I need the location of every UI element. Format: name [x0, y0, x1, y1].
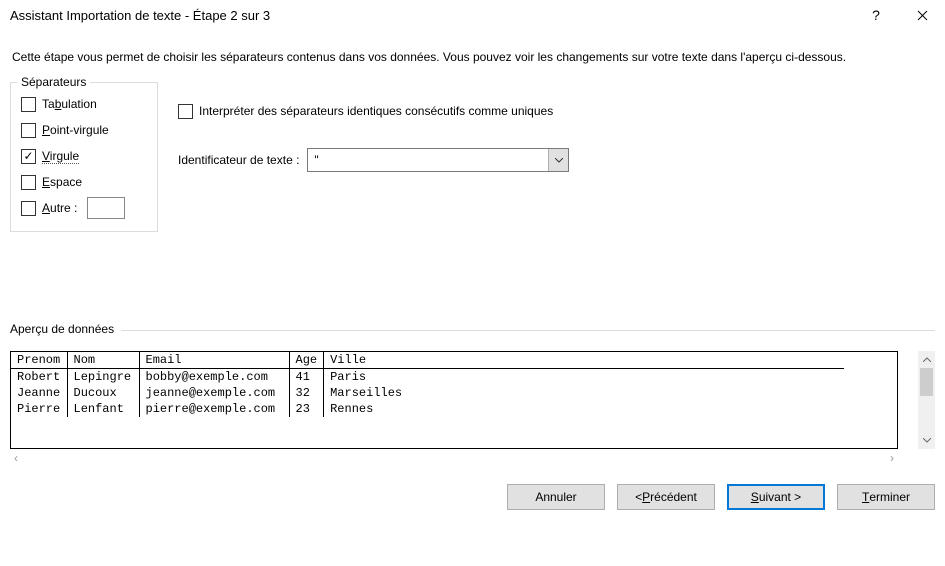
preview-cell: Jeanne	[11, 385, 67, 401]
text-qualifier-combo[interactable]: "	[307, 148, 569, 172]
checkbox-other-label: Autre :	[42, 201, 77, 215]
checkbox-space-box	[21, 175, 36, 190]
checkbox-consecutive-box	[178, 104, 193, 119]
checkbox-consecutive-label: Interpréter des séparateurs identiques c…	[199, 104, 553, 118]
checkbox-other[interactable]: Autre :	[21, 195, 147, 221]
preview-header-cell: Email	[139, 352, 289, 369]
chevron-up-icon	[923, 357, 931, 362]
preview-cell: 32	[289, 385, 324, 401]
checkbox-tab-label: Tabulation	[42, 97, 97, 111]
checkbox-semicolon[interactable]: Point-virgule	[21, 117, 147, 143]
chevron-down-icon	[923, 438, 931, 443]
checkbox-tab[interactable]: Tabulation	[21, 91, 147, 117]
text-qualifier-value: "	[308, 149, 548, 171]
checkbox-other-box	[21, 201, 36, 216]
separators-group: Séparateurs Tabulation Point-virgule ✓ V…	[10, 82, 158, 232]
cancel-button[interactable]: Annuler	[507, 484, 605, 510]
next-button[interactable]: Suivant >	[727, 484, 825, 510]
preview-header-cell: Age	[289, 352, 324, 369]
finish-button[interactable]: Terminer	[837, 484, 935, 510]
checkbox-semicolon-box	[21, 123, 36, 138]
preview-cell: Robert	[11, 369, 67, 386]
window-title: Assistant Importation de texte - Étape 2…	[10, 8, 853, 23]
checkbox-tab-box	[21, 97, 36, 112]
help-button[interactable]: ?	[853, 0, 899, 30]
preview-vertical-scrollbar[interactable]	[918, 351, 935, 449]
step-description: Cette étape vous permet de choisir les s…	[12, 50, 935, 64]
scroll-up-arrow[interactable]	[918, 351, 935, 368]
preview-cell: 41	[289, 369, 324, 386]
preview-cell: Lepingre	[67, 369, 139, 386]
checkbox-space-label: Espace	[42, 175, 82, 189]
checkbox-space[interactable]: Espace	[21, 169, 147, 195]
preview-cell: jeanne@exemple.com	[139, 385, 289, 401]
preview-cell: Marseilles	[324, 385, 844, 401]
preview-legend: Aperçu de données.	[10, 322, 121, 336]
preview-table: PrenomNomEmailAgeVilleRobertLepingrebobb…	[10, 351, 898, 449]
text-qualifier-dropdown-button[interactable]	[548, 149, 568, 171]
back-button[interactable]: < Précédent	[617, 484, 715, 510]
table-row: JeanneDucouxjeanne@exemple.com32Marseill…	[11, 385, 844, 401]
close-button[interactable]	[899, 0, 945, 30]
preview-cell: Paris	[324, 369, 844, 386]
preview-cell: Lenfant	[67, 401, 139, 417]
close-icon	[917, 10, 928, 21]
table-row: PierreLenfantpierre@exemple.com23Rennes	[11, 401, 844, 417]
scroll-track[interactable]	[918, 368, 935, 432]
dialog-button-bar: Annuler < Précédent Suivant > Terminer	[0, 466, 945, 524]
preview-header-cell: Ville	[324, 352, 844, 369]
text-qualifier-label: Identificateur de texte :	[178, 153, 299, 167]
scroll-left-arrow[interactable]: ‹	[14, 451, 18, 465]
titlebar: Assistant Importation de texte - Étape 2…	[0, 0, 945, 30]
preview-cell: bobby@exemple.com	[139, 369, 289, 386]
preview-group: Aperçu de données. PrenomNomEmailAgeVill…	[10, 330, 935, 466]
preview-horizontal-scrollbar[interactable]: ‹ ›	[10, 449, 898, 466]
checkbox-consecutive[interactable]: Interpréter des séparateurs identiques c…	[178, 98, 569, 124]
preview-cell: Rennes	[324, 401, 844, 417]
preview-cell: Ducoux	[67, 385, 139, 401]
preview-cell: Pierre	[11, 401, 67, 417]
preview-cell: 23	[289, 401, 324, 417]
preview-header-cell: Prenom	[11, 352, 67, 369]
scroll-right-arrow[interactable]: ›	[890, 451, 894, 465]
checkbox-comma-box: ✓	[21, 149, 36, 164]
checkbox-semicolon-label: Point-virgule	[42, 123, 109, 137]
scroll-thumb[interactable]	[920, 368, 933, 396]
scroll-down-arrow[interactable]	[918, 432, 935, 449]
chevron-down-icon	[555, 158, 563, 163]
separators-legend: Séparateurs	[17, 75, 90, 89]
other-separator-input[interactable]	[87, 197, 125, 219]
preview-cell: pierre@exemple.com	[139, 401, 289, 417]
table-row: RobertLepingrebobby@exemple.com41Paris	[11, 369, 844, 386]
checkbox-comma[interactable]: ✓ Virgule	[21, 143, 147, 169]
preview-header-cell: Nom	[67, 352, 139, 369]
checkbox-comma-label: Virgule	[42, 149, 79, 164]
